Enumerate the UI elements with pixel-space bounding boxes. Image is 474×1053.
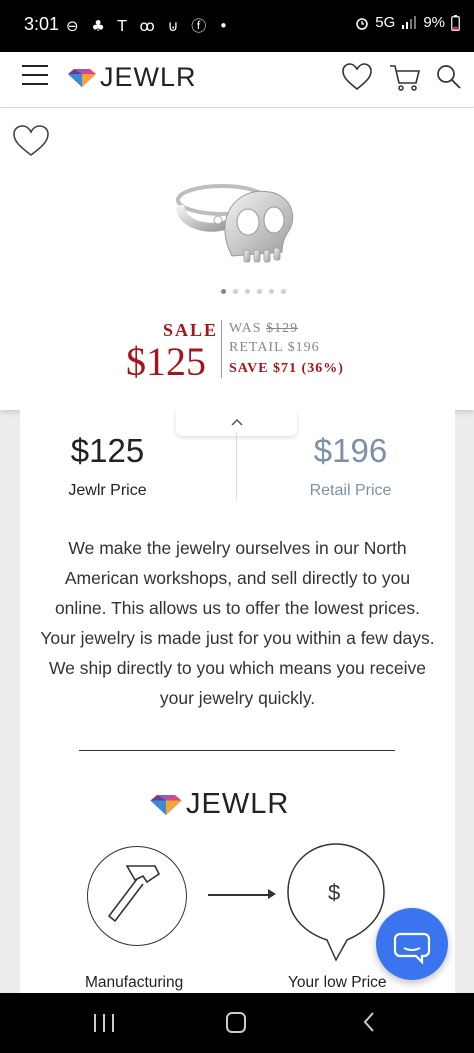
status-bar: 3:01 ⊖ ♣ T ꝏ ⊍ ⓕ • 5G 9% xyxy=(0,0,474,52)
column-divider xyxy=(236,432,237,500)
notification-icons: ⊖ ♣ T ꝏ ⊍ ⓕ • xyxy=(66,17,232,35)
retail-price: $196 xyxy=(313,432,388,469)
carousel-dot[interactable] xyxy=(233,289,238,294)
carousel-dot[interactable] xyxy=(281,289,286,294)
heart-icon[interactable] xyxy=(341,62,373,92)
dollar-icon: $ xyxy=(328,880,341,905)
gem-logo-icon xyxy=(150,794,182,815)
favorite-heart-icon[interactable] xyxy=(12,124,50,158)
status-time: 3:01 xyxy=(24,14,60,34)
hammer-icon xyxy=(107,865,161,923)
was-price: $129 xyxy=(266,321,299,336)
product-image[interactable] xyxy=(170,170,305,270)
carousel-dot[interactable] xyxy=(245,289,250,294)
description-text: We make the jewelry ourselves in our Nor… xyxy=(40,538,435,708)
logo-text: JEWLR xyxy=(100,62,197,92)
search-icon[interactable] xyxy=(436,64,462,90)
jewlr-logo[interactable]: JEWLR xyxy=(68,62,197,93)
home-icon[interactable] xyxy=(226,1012,246,1033)
chat-bubble-icon xyxy=(393,932,431,965)
jewlr-price-label: Jewlr Price xyxy=(68,482,147,499)
retail-price-column: $196 Retail Price xyxy=(243,432,458,500)
jewlr-price: $125 xyxy=(70,432,145,469)
arrow-head-icon xyxy=(268,889,276,899)
chat-button[interactable] xyxy=(376,908,448,980)
was-label: WAS xyxy=(229,321,262,336)
process-arrow xyxy=(208,894,270,896)
jewlr-price-column: $125 Jewlr Price xyxy=(0,432,215,500)
site-header: JEWLR xyxy=(0,52,474,108)
savings-line: SAVE $71 (36%) xyxy=(229,361,344,376)
menu-icon[interactable] xyxy=(22,65,48,87)
battery-label: 9% xyxy=(423,14,445,31)
retail-price-line: RETAIL $196 xyxy=(229,340,320,355)
status-right: 5G 9% xyxy=(355,14,460,31)
back-icon[interactable] xyxy=(362,1011,376,1033)
low-price-label: Your low Price xyxy=(288,974,387,991)
carousel-dot[interactable] xyxy=(269,289,274,294)
was-price-line: WAS $129 xyxy=(229,321,298,337)
carousel-dot[interactable] xyxy=(257,289,262,294)
alarm-icon xyxy=(356,17,369,30)
battery-icon xyxy=(451,14,460,31)
jewlr-logo-secondary: JEWLR xyxy=(150,788,289,821)
network-label: 5G xyxy=(375,14,396,31)
logo-text: JEWLR xyxy=(186,788,290,820)
chevron-up-icon xyxy=(231,418,243,426)
android-nav-bar xyxy=(0,993,474,1053)
cart-icon[interactable] xyxy=(389,64,421,92)
section-divider xyxy=(79,750,395,751)
sale-price: $125 xyxy=(126,339,206,384)
carousel-dot[interactable] xyxy=(221,289,226,294)
manufacturing-label: Manufacturing xyxy=(85,974,184,991)
price-divider xyxy=(221,320,222,378)
recent-apps-icon[interactable] xyxy=(94,1014,114,1032)
image-carousel-dots[interactable] xyxy=(221,289,286,294)
retail-price-label: Retail Price xyxy=(309,482,392,499)
gem-logo-icon xyxy=(68,68,96,87)
signal-icon xyxy=(402,16,417,29)
